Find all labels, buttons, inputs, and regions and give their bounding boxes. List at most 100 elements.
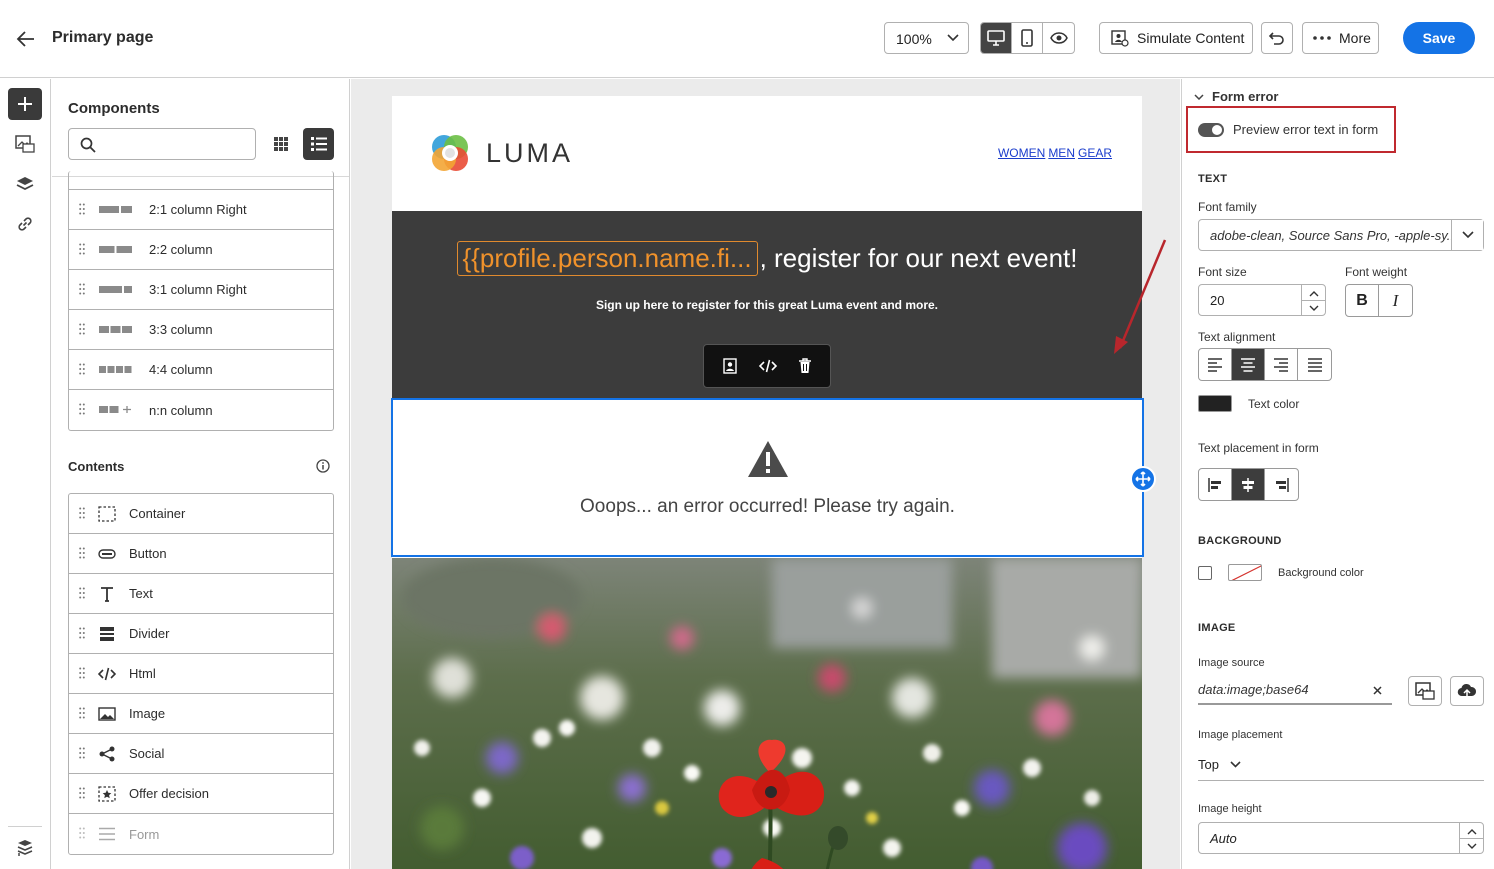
layout-label: 3:1 column Right: [149, 282, 247, 297]
content-item-text[interactable]: Text: [69, 574, 333, 614]
bold-button[interactable]: B: [1346, 285, 1379, 316]
zoom-select[interactable]: 100%: [884, 22, 969, 54]
layout-item[interactable]: 3:3 column: [69, 310, 333, 350]
delete-button[interactable]: [798, 358, 812, 374]
personalization-token[interactable]: {{profile.person.name.fi...: [456, 241, 758, 276]
form-error-block[interactable]: Ooops... an error occurred! Please try a…: [391, 398, 1156, 557]
clear-icon[interactable]: [1373, 686, 1382, 695]
email-header: LUMA WOMEN MEN GEAR: [392, 96, 1142, 211]
content-item-form[interactable]: Form: [69, 814, 333, 854]
back-arrow-icon[interactable]: [14, 27, 38, 51]
drag-handle-icon: [79, 787, 85, 799]
text-icon: [97, 584, 117, 604]
placement-right-button[interactable]: [1265, 469, 1298, 500]
font-size-label: Font size: [1198, 265, 1247, 279]
layout-item[interactable]: 2:2 column: [69, 230, 333, 270]
placement-left-button[interactable]: [1199, 469, 1232, 500]
align-left-icon: [1208, 357, 1222, 372]
stepper-buttons[interactable]: [1301, 285, 1325, 315]
font-weight-group: B I: [1345, 284, 1413, 317]
column-layout-icon: [99, 240, 133, 260]
layout-item[interactable]: 4:4 column: [69, 350, 333, 390]
align-right-button[interactable]: [1265, 349, 1298, 380]
stepper-buttons[interactable]: [1459, 823, 1483, 853]
font-family-select[interactable]: adobe-clean, Source Sans Pro, -apple-sy.…: [1198, 219, 1484, 251]
add-components-button[interactable]: [8, 88, 42, 120]
form-error-section-header[interactable]: Form error: [1194, 89, 1278, 104]
info-icon[interactable]: [316, 459, 330, 473]
list-icon: [310, 137, 327, 151]
layout-item[interactable]: 3:1 column Right: [69, 270, 333, 310]
column-layout-icon: [99, 360, 133, 380]
column-layout-icon: [99, 200, 133, 220]
nav-link-women[interactable]: WOMEN: [998, 146, 1045, 160]
simulate-icon: [1111, 30, 1129, 47]
hero-section[interactable]: {{profile.person.name.fi... , register f…: [392, 211, 1142, 399]
save-button[interactable]: Save: [1403, 22, 1475, 54]
nav-link-gear[interactable]: GEAR: [1078, 146, 1112, 160]
content-item-social[interactable]: Social: [69, 734, 333, 774]
image-placement-select[interactable]: Top: [1198, 751, 1484, 781]
layers-button[interactable]: [8, 168, 42, 200]
align-left-button[interactable]: [1199, 349, 1232, 380]
email-canvas: LUMA WOMEN MEN GEAR {{profile.person.name.…: [351, 79, 1180, 869]
background-checkbox[interactable]: [1198, 566, 1212, 580]
layout-item[interactable]: n:n column: [69, 390, 333, 430]
chevron-down-icon: [1230, 761, 1241, 768]
align-center-icon: [1241, 357, 1255, 372]
components-search-input[interactable]: [68, 128, 256, 160]
settings-layers-button[interactable]: [8, 832, 42, 864]
italic-button[interactable]: I: [1379, 285, 1412, 316]
list-view-button[interactable]: [303, 128, 334, 160]
personalize-button[interactable]: [722, 358, 738, 374]
drag-handle-icon: [79, 323, 85, 335]
button-icon: [97, 544, 117, 564]
code-view-button[interactable]: [758, 359, 778, 373]
image-placement-value: Top: [1198, 757, 1219, 772]
content-item-container[interactable]: Container: [69, 494, 333, 534]
font-family-label: Font family: [1198, 200, 1257, 214]
text-alignment-group: [1198, 348, 1332, 381]
assets-button[interactable]: [8, 128, 42, 160]
upload-image-button[interactable]: [1450, 676, 1484, 706]
placement-center-button[interactable]: [1232, 469, 1265, 500]
grid-view-button[interactable]: [267, 129, 295, 159]
simulate-content-button[interactable]: Simulate Content: [1099, 22, 1253, 54]
logo-text: LUMA: [486, 137, 574, 168]
column-layout-icon: [99, 400, 133, 420]
desktop-view-button[interactable]: [981, 23, 1012, 53]
font-size-stepper[interactable]: 20: [1198, 284, 1326, 316]
placement-center-icon: [1242, 477, 1254, 492]
more-button[interactable]: More: [1302, 22, 1379, 54]
align-justify-button[interactable]: [1298, 349, 1331, 380]
text-color-swatch[interactable]: [1198, 395, 1232, 412]
font-size-value: 20: [1210, 293, 1225, 308]
align-center-button[interactable]: [1232, 349, 1265, 380]
undo-button[interactable]: [1261, 22, 1293, 54]
content-item-offer-decision[interactable]: Offer decision: [69, 774, 333, 814]
content-item-button[interactable]: Button: [69, 534, 333, 574]
chevron-down-icon: [1461, 231, 1474, 239]
preview-button[interactable]: [1043, 23, 1074, 53]
mobile-view-button[interactable]: [1012, 23, 1043, 53]
layout-item[interactable]: 2:1 column Right: [69, 190, 333, 230]
drag-handle-icon: [79, 667, 85, 679]
drag-handle-icon: [79, 403, 85, 415]
chevron-down-icon: [1309, 305, 1319, 311]
content-label: Html: [129, 666, 156, 681]
background-color-swatch[interactable]: [1228, 564, 1262, 581]
content-item-divider[interactable]: Divider: [69, 614, 333, 654]
text-heading: TEXT: [1198, 173, 1228, 185]
content-item-html[interactable]: Html: [69, 654, 333, 694]
nav-link-men[interactable]: MEN: [1048, 146, 1075, 160]
links-button[interactable]: [8, 208, 42, 240]
move-handle-button[interactable]: [1130, 466, 1156, 492]
drag-handle-icon: [79, 547, 85, 559]
select-asset-button[interactable]: [1408, 676, 1442, 706]
image-source-input[interactable]: data:image;base64: [1198, 675, 1392, 705]
image-height-stepper[interactable]: Auto: [1198, 822, 1484, 854]
content-item-image[interactable]: Image: [69, 694, 333, 734]
offer-star-icon: [97, 784, 117, 804]
chevron-down-icon: [1194, 93, 1204, 100]
font-family-dropdown[interactable]: [1451, 220, 1483, 250]
